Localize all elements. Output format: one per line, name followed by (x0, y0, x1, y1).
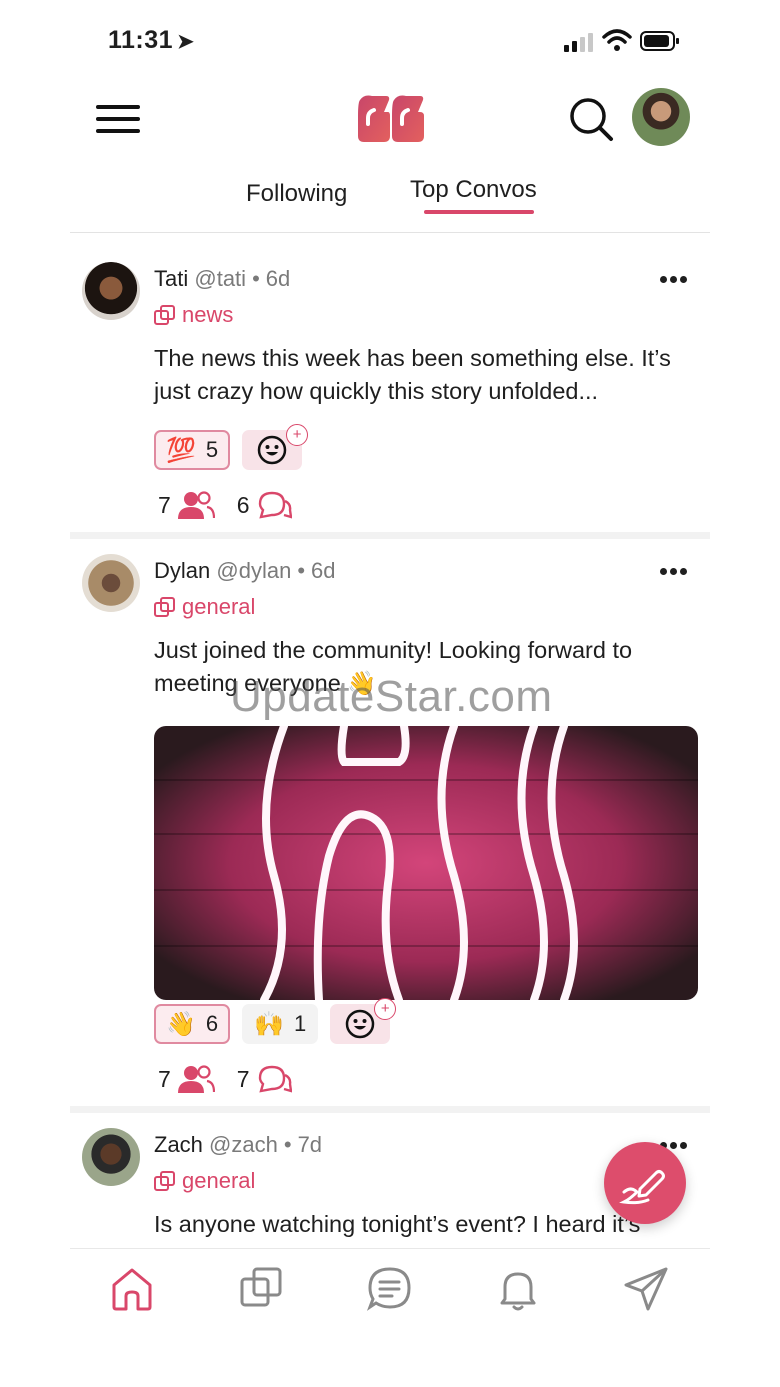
post-time: 7d (297, 1132, 323, 1157)
search-icon[interactable] (568, 96, 614, 142)
profile-avatar[interactable] (632, 88, 690, 146)
author-name[interactable]: Dylan (154, 558, 210, 583)
status-time: 11:31 ➤ (108, 26, 195, 54)
avatar[interactable] (82, 1128, 140, 1186)
active-tab-indicator (424, 210, 534, 214)
post-author-row: Zach @zach • 7d (154, 1132, 323, 1157)
reaction-chip[interactable]: 👋 6 (154, 1004, 231, 1044)
reaction-chip[interactable]: 💯 5 (154, 430, 231, 470)
plus-icon: + (286, 424, 309, 446)
hamburger-menu-icon[interactable] (96, 102, 140, 136)
post-card[interactable]: Dylan @dylan • 6d general Just joined the … (70, 554, 710, 1104)
post-stats: 7 7 (158, 1064, 292, 1094)
post-time: 6d (311, 558, 336, 583)
reaction-chip[interactable]: 🙌 1 (242, 1004, 319, 1044)
channel-tag[interactable]: general (154, 594, 255, 620)
post-image[interactable] (154, 726, 698, 1000)
post-author-row: Dylan @dylan • 6d (154, 558, 336, 583)
post-time: 6d (265, 266, 291, 291)
author-handle: @zach (209, 1132, 278, 1157)
post-text: The news this week has been something el… (154, 345, 671, 404)
author-handle: @tati (194, 266, 247, 291)
reaction-emoji: 💯 (166, 436, 196, 464)
more-options-icon[interactable] (660, 270, 692, 284)
avatar[interactable] (82, 262, 140, 320)
post-card[interactable]: Tati @tati • 6d news The news this week ha… (70, 262, 710, 532)
reaction-bar: 👋 6 🙌 1 + (154, 998, 397, 1044)
watermark-text: UpdateStar.com (230, 672, 553, 721)
participants-icon (177, 1065, 215, 1093)
compose-pen-icon (619, 1170, 665, 1205)
avatar[interactable] (82, 554, 140, 612)
post-divider (70, 532, 710, 539)
channel-icon (154, 305, 175, 325)
battery-icon (640, 31, 679, 51)
feed-tabs: Following Top Convos (70, 168, 710, 233)
post-divider (70, 1106, 710, 1113)
channel-name: news (182, 302, 234, 327)
location-arrow-icon: ➤ (177, 31, 195, 53)
top-bar (70, 86, 710, 156)
reaction-emoji: 👋 (166, 1010, 196, 1038)
send-icon[interactable] (622, 1265, 670, 1313)
more-options-icon[interactable] (660, 562, 692, 576)
replies-icon (258, 1065, 292, 1093)
compose-button[interactable] (604, 1142, 686, 1224)
channel-tag[interactable]: general (154, 1168, 255, 1194)
reaction-count: 5 (205, 437, 219, 462)
home-icon[interactable] (108, 1265, 156, 1313)
participants-icon (177, 491, 215, 519)
neon-hi-sign-image (154, 726, 698, 1000)
channel-icon (154, 597, 175, 617)
tab-following[interactable]: Following (246, 180, 347, 208)
participants-count: 7 (158, 491, 171, 518)
reaction-emoji: 🙌 (254, 1010, 285, 1038)
reaction-count: 6 (205, 1011, 219, 1036)
quote-logo-icon[interactable] (354, 90, 426, 150)
add-reaction-button[interactable]: + (242, 424, 309, 470)
author-name[interactable]: Tati (154, 266, 188, 291)
smiley-icon (346, 1009, 375, 1039)
tab-top-convos[interactable]: Top Convos (410, 176, 537, 204)
bell-icon[interactable] (494, 1265, 542, 1313)
cellular-signal-icon (564, 33, 593, 52)
add-reaction-button[interactable]: + (330, 998, 397, 1044)
channel-icon (154, 1171, 175, 1191)
wifi-icon (602, 29, 632, 51)
post-author-row: Tati @tati • 6d (154, 266, 291, 291)
replies-count: 7 (236, 1065, 250, 1092)
channel-tag[interactable]: news (154, 302, 233, 328)
channels-icon[interactable] (238, 1265, 286, 1313)
replies-count: 6 (236, 491, 250, 518)
author-handle: @dylan (216, 558, 292, 583)
channel-name: general (182, 1168, 256, 1193)
reaction-bar: 💯 5 + (154, 424, 309, 470)
smiley-icon (257, 435, 287, 465)
bottom-nav (70, 1248, 710, 1339)
plus-icon: + (374, 998, 397, 1020)
channel-name: general (182, 594, 256, 619)
participants-count: 7 (158, 1065, 171, 1092)
replies-icon (258, 491, 292, 519)
status-bar: 11:31 ➤ (70, 0, 710, 80)
author-name[interactable]: Zach (154, 1132, 203, 1157)
post-stats: 7 6 (158, 490, 292, 520)
messages-icon[interactable] (366, 1265, 414, 1313)
reaction-count: 1 (294, 1011, 307, 1036)
